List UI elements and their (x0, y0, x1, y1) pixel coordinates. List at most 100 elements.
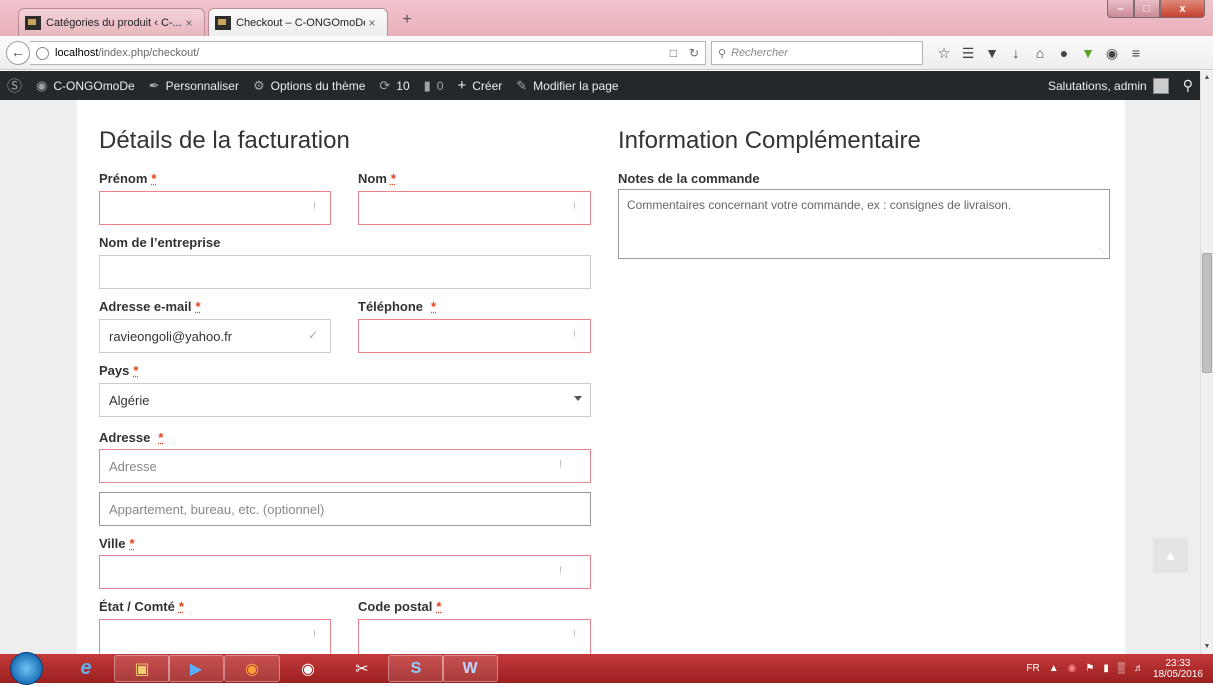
customize-link[interactable]: ✒ Personnaliser (142, 71, 246, 100)
snipping-tool-icon[interactable]: ✂ (334, 655, 390, 682)
city-field[interactable]: ! (99, 555, 591, 589)
required-mark: * (195, 299, 201, 314)
volume-icon[interactable]: ♬ (1134, 663, 1144, 674)
acrobat-icon[interactable]: ◉ (1068, 663, 1077, 674)
search-input[interactable]: ⚲ Rechercher (711, 41, 923, 65)
phone-field[interactable]: ! (358, 319, 591, 353)
admin-bar-right: Salutations, admin ⚲ (1041, 71, 1200, 100)
back-button[interactable]: ← (6, 41, 30, 65)
scroll-up-icon[interactable]: ▲ (1201, 71, 1213, 85)
page-scrollbar[interactable]: ▲ ▼ (1200, 71, 1213, 654)
network-icon[interactable]: ▒ (1118, 663, 1125, 674)
email-field[interactable]: ravieongoli@yahoo.fr ✓ (99, 319, 331, 353)
search-placeholder: Rechercher (731, 47, 788, 59)
reload-icon[interactable]: ↻ (689, 46, 699, 60)
tab-close-icon[interactable]: × (365, 16, 379, 30)
comment-icon: ▮ (423, 77, 431, 93)
site-favicon-icon (215, 15, 231, 30)
my-account-link[interactable]: Salutations, admin (1041, 71, 1176, 100)
dashboard-icon: ◉ (36, 77, 48, 93)
email-value: ravieongoli@yahoo.fr (109, 328, 233, 344)
address-bar[interactable]: localhost/index.php/checkout/ □ ↻ (30, 41, 706, 65)
country-select[interactable]: Algérie (99, 383, 591, 417)
skype-icon[interactable]: S (388, 655, 444, 682)
postcode-field[interactable]: ! (358, 619, 591, 655)
theme-options-label: Options du thème (270, 78, 366, 93)
clock[interactable]: 23:33 18/05/2016 (1153, 658, 1203, 680)
address2-field[interactable]: Appartement, bureau, etc. (optionnel) (99, 492, 591, 526)
firefox-icon[interactable]: ◉ (224, 655, 280, 682)
download-icon[interactable]: ↓ (1004, 42, 1028, 64)
language-indicator[interactable]: FR (1026, 663, 1039, 674)
new-tab-button[interactable]: + (398, 11, 416, 29)
required-mark: * (431, 299, 437, 314)
star-icon[interactable]: ☆ (932, 42, 956, 64)
reader-view-icon[interactable]: □ (670, 46, 677, 60)
addon-icon[interactable]: ▼ (1076, 42, 1100, 64)
updates-icon: ⟳ (379, 77, 391, 93)
invalid-icon: ! (572, 629, 576, 641)
city-label: Ville * (99, 536, 135, 551)
updates-link[interactable]: ⟳ 10 (372, 71, 416, 100)
invalid-icon: ! (558, 565, 562, 577)
chrome-icon[interactable]: ◉ (280, 655, 336, 682)
required-mark: * (133, 363, 139, 378)
maximize-button[interactable]: □ (1134, 0, 1160, 18)
tab-checkout[interactable]: Checkout – C-ONGOmoDe × (208, 8, 388, 36)
required-mark: * (158, 430, 164, 445)
shield-icon[interactable]: ◉ (1100, 42, 1124, 64)
resize-grip-icon[interactable]: ⋱ (1099, 248, 1106, 256)
address-placeholder: Adresse (109, 458, 157, 474)
scroll-down-icon[interactable]: ▼ (1201, 640, 1213, 654)
window-controls: – □ x (1107, 0, 1205, 18)
minimize-button[interactable]: – (1107, 0, 1134, 18)
start-button[interactable] (10, 652, 43, 685)
arrow-left-icon: ← (11, 44, 25, 60)
invalid-icon: ! (558, 459, 562, 471)
comments-link[interactable]: ▮ 0 (417, 71, 451, 100)
first-name-field[interactable]: ! (99, 191, 331, 225)
chevron-down-icon (574, 396, 582, 401)
edit-page-link[interactable]: ✎ Modifier la page (509, 71, 625, 100)
action-center-flag-icon[interactable]: ⚑ (1085, 663, 1094, 674)
close-window-button[interactable]: x (1160, 0, 1205, 18)
tab-product-categories[interactable]: Catégories du produit ‹ C-... × (18, 8, 205, 36)
tab-close-icon[interactable]: × (182, 16, 196, 30)
chat-icon[interactable]: ● (1052, 42, 1076, 64)
order-notes-textarea[interactable]: Commentaires concernant votre commande, … (618, 189, 1110, 259)
address-bar-actions: □ ↻ (670, 46, 699, 60)
checkmark-icon: ✓ (307, 328, 318, 342)
wp-admin-bar: Ⓢ ◉ C-ONGOmoDe ✒ Personnaliser ⚙ Options… (0, 71, 1200, 100)
required-mark: * (151, 171, 157, 186)
word-icon[interactable]: W (442, 655, 498, 682)
scroll-to-top-button[interactable]: ▲ (1153, 538, 1188, 573)
state-field[interactable]: ! (99, 619, 331, 655)
scrollbar-thumb[interactable] (1202, 253, 1212, 373)
phone-label: Téléphone * (358, 299, 437, 314)
invalid-icon: ! (312, 629, 316, 641)
wordpress-logo-icon[interactable]: Ⓢ (0, 71, 29, 100)
menu-icon[interactable]: ≡ (1124, 42, 1148, 64)
theme-options-link[interactable]: ⚙ Options du thème (246, 71, 372, 100)
clock-date: 18/05/2016 (1152, 668, 1203, 680)
clock-time: 23:33 (1165, 657, 1191, 669)
internet-explorer-icon[interactable]: e (58, 655, 114, 682)
url-text: localhost/index.php/checkout/ (55, 47, 199, 59)
media-player-icon[interactable]: ▶ (168, 655, 224, 682)
power-icon[interactable]: ▮ (1103, 663, 1109, 674)
search-icon: ⚲ (718, 47, 727, 60)
system-tray: FR ▲ ◉ ⚑ ▮ ▒ ♬ 23:33 18/05/2016 (1026, 654, 1203, 683)
new-content-link[interactable]: + Créer (450, 71, 509, 100)
address-field[interactable]: Adresse ! (99, 449, 591, 483)
file-explorer-icon[interactable]: ▣ (114, 655, 170, 682)
comments-count: 0 (436, 78, 444, 93)
company-field[interactable] (99, 255, 591, 289)
last-name-field[interactable]: ! (358, 191, 591, 225)
order-notes-placeholder: Commentaires concernant votre commande, … (627, 198, 1012, 212)
bookmarks-icon[interactable]: ☰ (956, 42, 980, 64)
admin-search-icon[interactable]: ⚲ (1176, 71, 1200, 100)
pocket-icon[interactable]: ▼ (980, 42, 1004, 64)
home-icon[interactable]: ⌂ (1028, 42, 1052, 64)
show-hidden-icons-icon[interactable]: ▲ (1049, 663, 1059, 674)
site-name-link[interactable]: ◉ C-ONGOmoDe (29, 71, 142, 100)
